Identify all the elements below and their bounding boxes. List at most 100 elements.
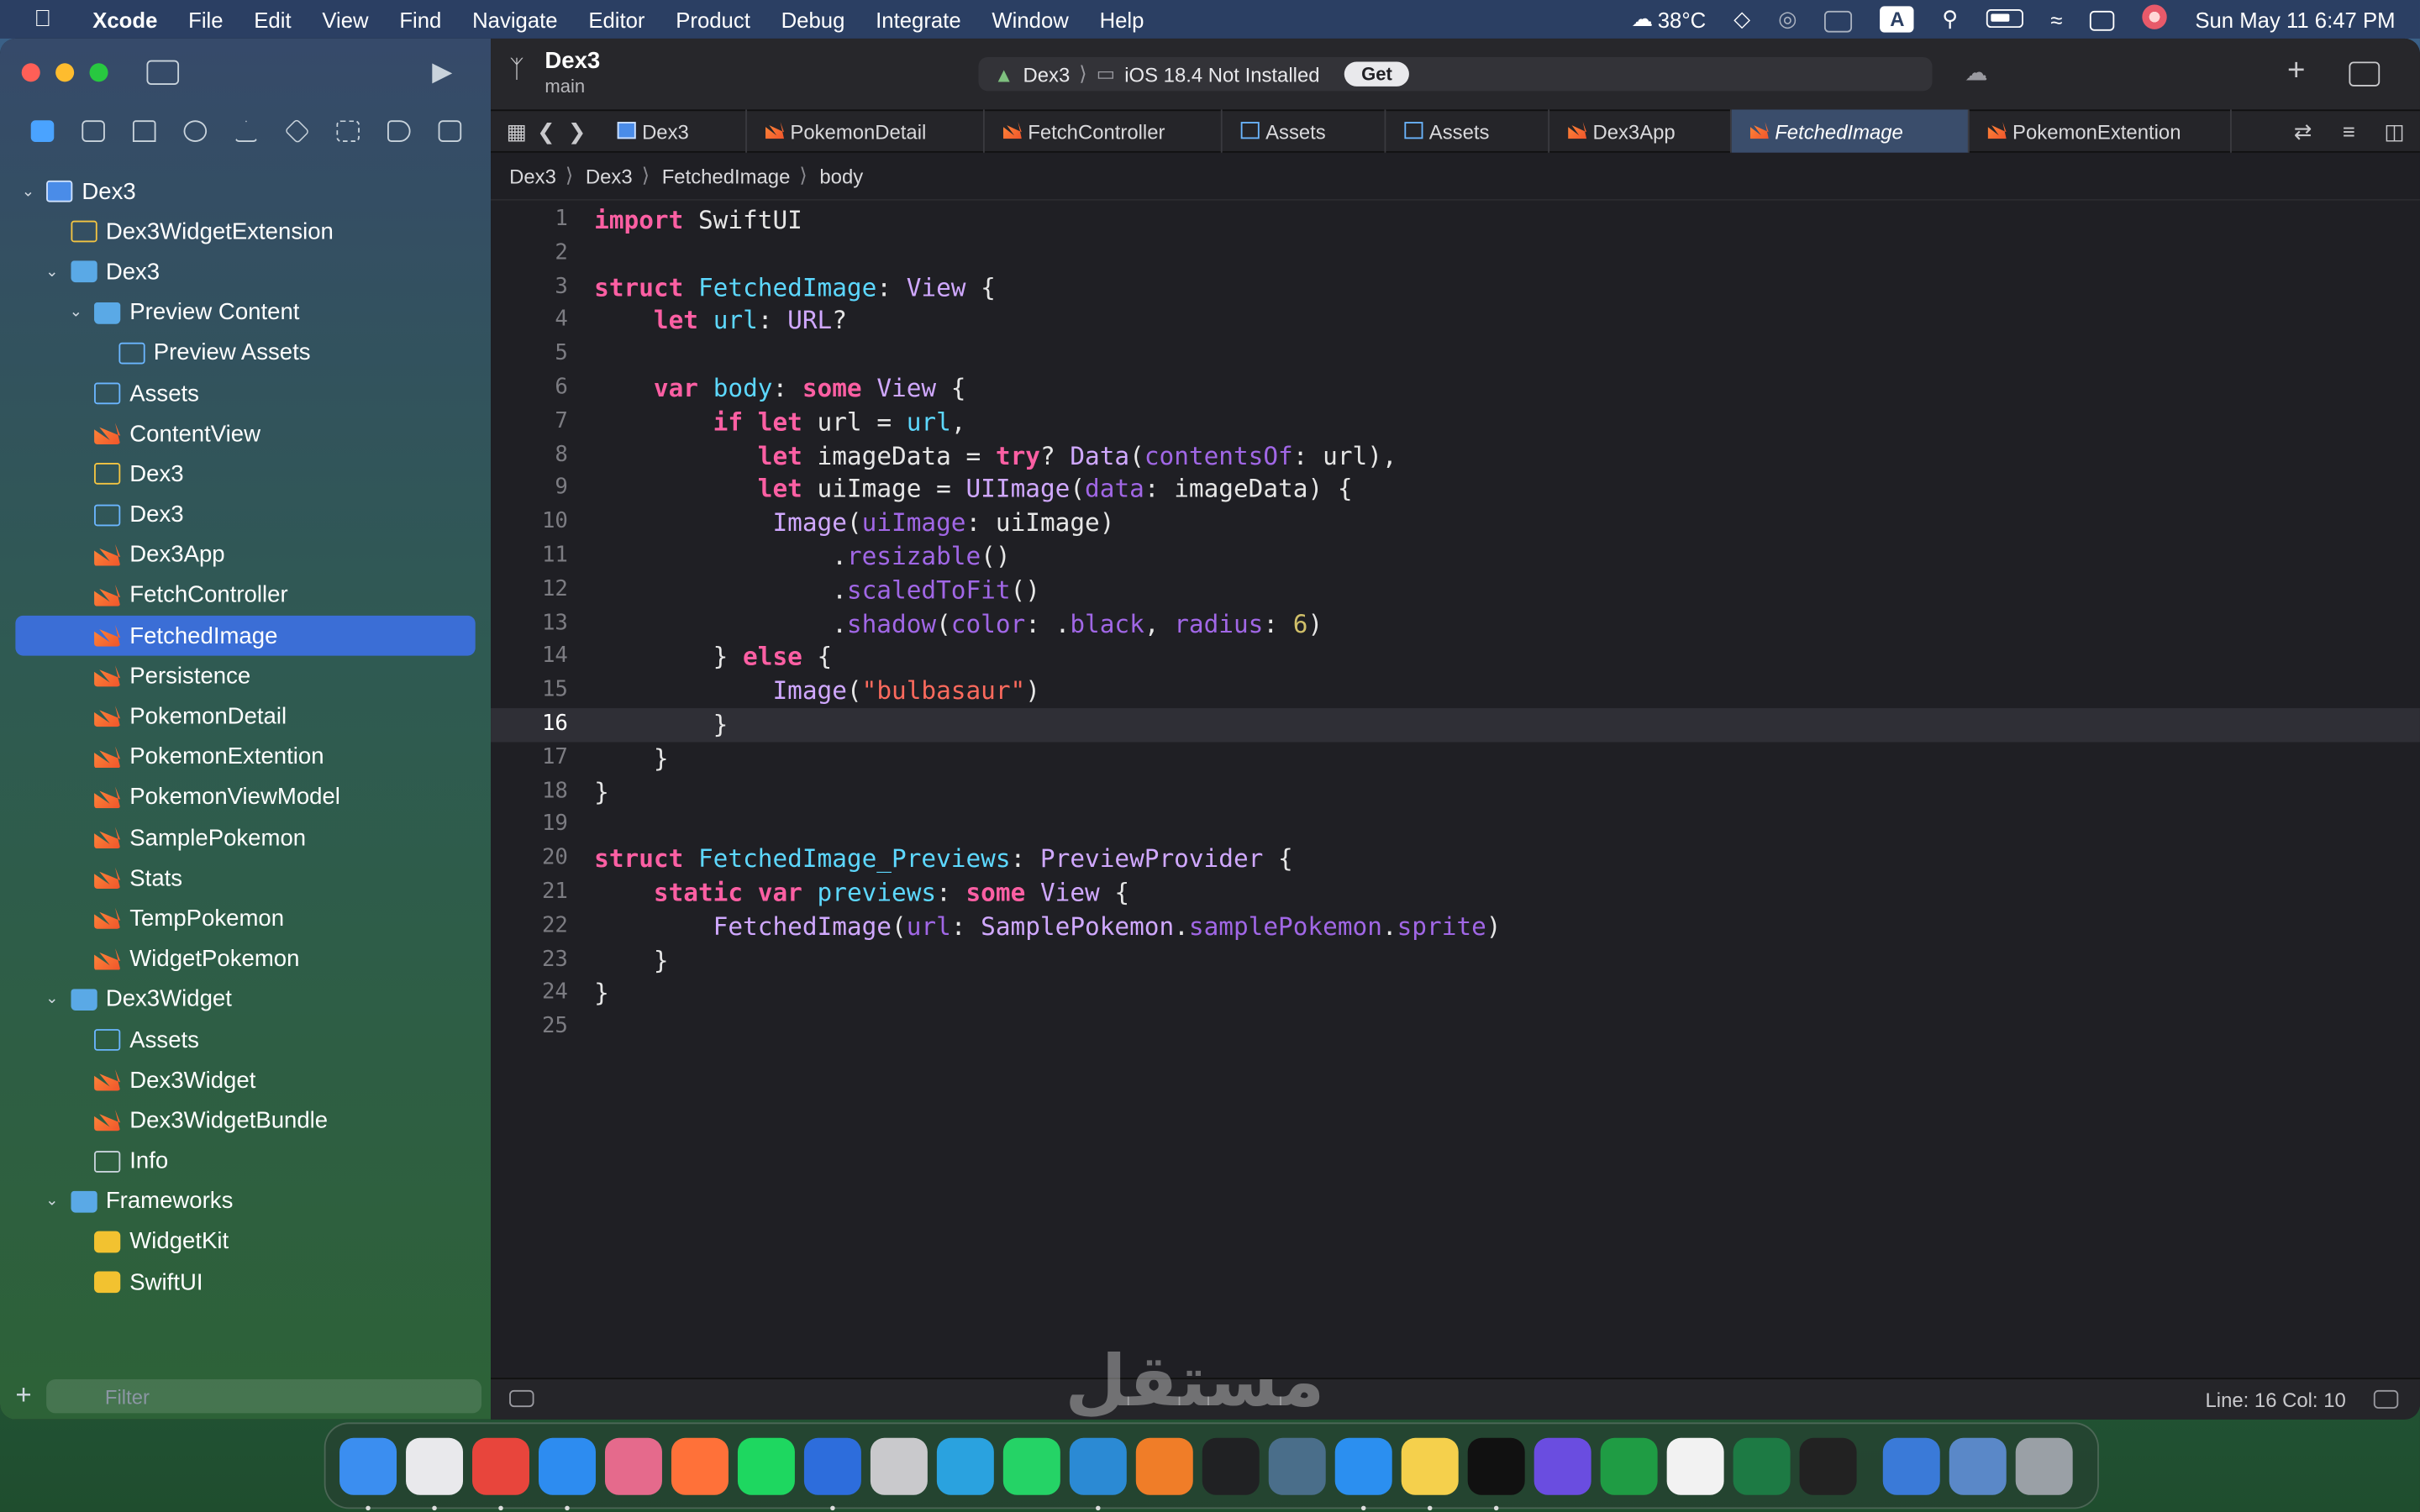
sidebar-item-pokemonextention[interactable]: PokemonExtention xyxy=(15,737,475,777)
mirror-icon[interactable] xyxy=(1799,1436,1857,1494)
chrome-icon[interactable] xyxy=(472,1436,529,1510)
breadcrumb-item[interactable]: body xyxy=(819,165,863,188)
input-source-icon[interactable]: A xyxy=(1880,6,1915,33)
sidebar-item-dex3[interactable]: Dex3 xyxy=(15,495,475,535)
sidebar-item-pokemonviewmodel[interactable]: PokemonViewModel xyxy=(15,777,475,817)
code-line[interactable]: 17 } xyxy=(491,742,2420,775)
report-icon[interactable] xyxy=(434,118,485,149)
code-line[interactable]: 12 .scaledToFit() xyxy=(491,574,2420,607)
code-text[interactable]: } xyxy=(594,775,609,809)
code-line[interactable]: 8 let imageData = try? Data(contentsOf: … xyxy=(491,439,2420,473)
breadcrumb-item[interactable]: Dex3 xyxy=(586,165,633,188)
sidebar-item-stats[interactable]: Stats xyxy=(15,858,475,899)
bookmark-icon[interactable] xyxy=(128,118,179,149)
code-text[interactable]: Image(uiImage: uiImage) xyxy=(594,507,1114,540)
screen-mirror-icon[interactable] xyxy=(1824,7,1853,32)
notes-icon[interactable] xyxy=(1401,1436,1459,1510)
cloud-status-icon[interactable]: ☁ xyxy=(1965,59,1988,87)
code-text[interactable]: import SwiftUI xyxy=(594,203,802,237)
minimize-window-button[interactable] xyxy=(55,63,75,82)
sidekick-icon[interactable] xyxy=(1268,1436,1326,1494)
sidebar-item-info[interactable]: Info xyxy=(15,1141,475,1181)
sidebar-item-samplepokemon[interactable]: SamplePokemon xyxy=(15,817,475,858)
code-line[interactable]: 16 } xyxy=(491,708,2420,743)
tab-assets[interactable]: Assets xyxy=(1223,109,1386,153)
code-line[interactable]: 21 static var previews: some View { xyxy=(491,876,2420,910)
code-text[interactable]: } xyxy=(594,708,729,742)
editor-options-icon[interactable]: ≡ xyxy=(2343,118,2355,143)
code-line[interactable]: 20 struct FetchedImage_Previews: PreviewP… xyxy=(491,843,2420,876)
sidebar-item-temppokemon[interactable]: TempPokemon xyxy=(15,899,475,939)
add-library-icon[interactable]: + xyxy=(2287,54,2305,89)
sidebar-item-widgetkit[interactable]: WidgetKit xyxy=(15,1221,475,1262)
airdrop-icon[interactable]: ◎ xyxy=(1778,6,1797,32)
scheme-name[interactable]: Dex3 xyxy=(1023,62,1071,86)
telegram-icon[interactable] xyxy=(936,1436,994,1494)
toggle-sidebar-icon[interactable] xyxy=(146,60,180,86)
code-text[interactable]: static var previews: some View { xyxy=(594,876,1129,910)
find-icon[interactable] xyxy=(179,118,230,149)
debug-icon[interactable] xyxy=(332,118,383,149)
code-line[interactable]: 19 xyxy=(491,809,2420,843)
sidebar-item-dex3widgetbundle[interactable]: Dex3WidgetBundle xyxy=(15,1100,475,1141)
code-line[interactable]: 4 let url: URL? xyxy=(491,305,2420,339)
sidebar-item-pokemondetail[interactable]: PokemonDetail xyxy=(15,696,475,737)
tab-assets[interactable]: Assets xyxy=(1386,109,1550,153)
chevron-down-icon[interactable]: ⌄ xyxy=(45,991,58,1008)
excel-icon[interactable] xyxy=(1733,1436,1791,1494)
sidebar-item-fetchedimage[interactable]: FetchedImage xyxy=(15,615,476,657)
code-text[interactable]: .resizable() xyxy=(594,540,1010,574)
preview-icon[interactable] xyxy=(1949,1436,2007,1494)
code-line[interactable]: 2 xyxy=(491,237,2420,270)
code-text[interactable]: struct FetchedImage_Previews: PreviewPro… xyxy=(594,843,1293,876)
tab-pokemonextention[interactable]: PokemonExtention xyxy=(1970,109,2232,153)
chatgpt-icon[interactable] xyxy=(1202,1436,1260,1494)
code-line[interactable]: 24} xyxy=(491,977,2420,1011)
xcode-icon[interactable] xyxy=(803,1436,861,1510)
instruments-icon[interactable] xyxy=(870,1436,928,1494)
launchpad-icon[interactable] xyxy=(406,1436,464,1510)
sidebar-item-dex3[interactable]: ⌄ Dex3 xyxy=(15,171,475,212)
tab-dex3[interactable]: Dex3 xyxy=(599,109,747,153)
chevron-down-icon[interactable]: ⌄ xyxy=(70,304,82,321)
code-text[interactable]: if let url = url, xyxy=(594,406,966,439)
code-line[interactable]: 14 } else { xyxy=(491,641,2420,675)
add-file-button[interactable]: + xyxy=(15,1379,31,1412)
run-icon[interactable]: ▶ xyxy=(432,57,452,88)
textedit-icon[interactable] xyxy=(1666,1436,1724,1494)
code-line[interactable]: 9 let uiImage = UIImage(data: imageData)… xyxy=(491,473,2420,507)
safari-icon[interactable] xyxy=(539,1436,596,1510)
trash-icon[interactable] xyxy=(2015,1436,2073,1494)
code-line[interactable]: 10 Image(uiImage: uiImage) xyxy=(491,507,2420,540)
source-control-icon[interactable] xyxy=(77,118,129,149)
appstore-icon[interactable] xyxy=(1334,1436,1392,1510)
back-icon[interactable]: ❮ xyxy=(537,118,568,144)
siri-icon[interactable] xyxy=(2142,4,2168,34)
sidebar-item-fetchcontroller[interactable]: FetchController xyxy=(15,575,475,616)
wifi-icon[interactable]: ≈ xyxy=(2050,7,2062,31)
code-text[interactable]: Image("bulbasaur") xyxy=(594,675,1040,708)
chevron-down-icon[interactable]: ⌄ xyxy=(45,1193,58,1210)
sidebar-item-swiftui[interactable]: SwiftUI xyxy=(15,1263,475,1303)
code-text[interactable]: } xyxy=(594,943,669,977)
code-line[interactable]: 13 .shadow(color: .black, radius: 6) xyxy=(491,607,2420,641)
dash-icon[interactable] xyxy=(1534,1436,1591,1494)
code-editor[interactable]: 1 import SwiftUI 2 3 struct FetchedImage: Vi… xyxy=(491,201,2420,1373)
sidebar-item-dex3widgetextension[interactable]: Dex3WidgetExtension xyxy=(15,212,475,252)
menu-file[interactable]: File xyxy=(188,7,223,31)
menu-view[interactable]: View xyxy=(322,7,368,31)
firefox-icon[interactable] xyxy=(671,1436,729,1494)
zoom-window-button[interactable] xyxy=(89,63,108,82)
vscode-icon[interactable] xyxy=(1069,1436,1127,1510)
code-line[interactable]: 15 Image("bulbasaur") xyxy=(491,675,2420,708)
sidebar-item-dex3widget[interactable]: ⌄ Dex3Widget xyxy=(15,979,475,1020)
weather-temp[interactable]: 38°C xyxy=(1658,7,1706,31)
tab-fetchedimage[interactable]: FetchedImage xyxy=(1731,109,1970,153)
code-text[interactable]: .shadow(color: .black, radius: 6) xyxy=(594,607,1323,641)
menu-app-name[interactable]: Xcode xyxy=(92,7,157,31)
sidebar-item-persistence[interactable]: Persistence xyxy=(15,656,475,696)
quicktime-icon[interactable] xyxy=(1882,1436,1940,1494)
breakpoint-icon[interactable] xyxy=(383,118,434,149)
menu-debug[interactable]: Debug xyxy=(781,7,845,31)
code-text[interactable]: var body: some View { xyxy=(594,372,966,406)
